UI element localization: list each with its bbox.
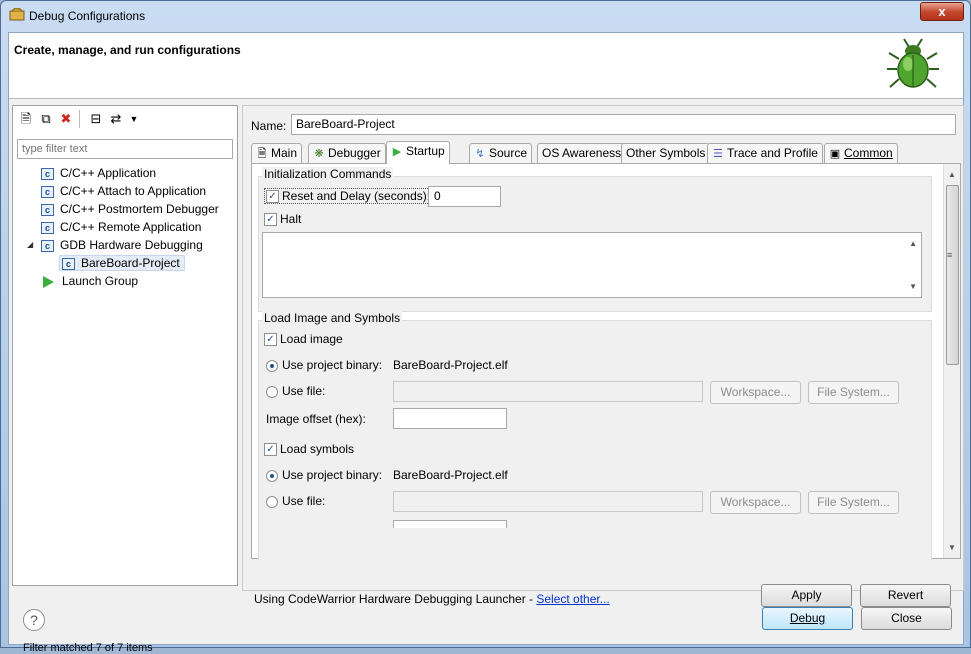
scrollbar-thumb[interactable] [946, 185, 959, 365]
scroll-down-icon[interactable]: ▼ [948, 543, 956, 552]
tree-item-cpp-attach[interactable]: c C/C++ Attach to Application [41, 182, 206, 200]
revert-button[interactable]: Revert [860, 584, 951, 607]
select-other-launcher-link[interactable]: Select other... [536, 592, 609, 606]
filter-input[interactable] [17, 139, 233, 159]
filter-config-icon[interactable]: ⇄ [107, 110, 125, 128]
load-symbols-checkbox[interactable]: ✓ Load symbols [264, 442, 354, 457]
launch-group-icon [43, 275, 54, 288]
symbols-use-file-radio[interactable]: Use file: [266, 494, 325, 508]
debug-button[interactable]: Debug [762, 607, 853, 630]
duplicate-config-icon[interactable]: ⧉ [37, 110, 55, 128]
new-config-icon[interactable]: 🗎 [17, 110, 35, 128]
dialog-header: Create, manage, and run configurations [9, 33, 963, 99]
halt-checkbox[interactable]: ✓ Halt [264, 212, 301, 227]
c-config-icon: c [41, 185, 54, 198]
name-input[interactable]: BareBoard-Project [291, 114, 956, 135]
window-title: Debug Configurations [29, 9, 146, 23]
load-image-group [258, 320, 932, 560]
tree-item-launch-group[interactable]: Launch Group [43, 272, 138, 290]
tree-item-cpp-remote[interactable]: c C/C++ Remote Application [41, 218, 201, 236]
project-binary-value: BareBoard-Project.elf [393, 358, 508, 372]
trace-icon: ☰ [713, 148, 723, 160]
close-button[interactable]: Close [861, 607, 952, 630]
reset-delay-input[interactable]: 0 [428, 186, 501, 207]
name-label: Name: [251, 119, 287, 133]
tab-panel-scrollbar[interactable]: ▲ ≡ ▼ [943, 164, 960, 558]
debug-configurations-window: Debug Configurations x Create, manage, a… [0, 0, 971, 654]
load-image-checkbox-box: ✓ [264, 333, 277, 347]
radio-unselected [266, 385, 278, 398]
startup-play-icon: ▶ [392, 146, 402, 158]
radio-unselected [266, 495, 278, 508]
symbols-offset-input-partial[interactable] [393, 520, 507, 528]
init-commands-textarea[interactable]: ▲ ▼ [262, 232, 922, 298]
startup-tab-panel: Initialization Commands ✓ Reset and Delay… [251, 163, 961, 560]
view-menu-chevron-down-icon[interactable]: ▼ [125, 110, 143, 128]
initialization-commands-title: Initialization Commands [262, 167, 394, 181]
tree-item-cpp-postmortem[interactable]: c C/C++ Postmortem Debugger [41, 200, 219, 218]
tab-startup[interactable]: ▶ Startup [386, 141, 450, 164]
apply-button[interactable]: Apply [761, 584, 852, 607]
image-workspace-button[interactable]: Workspace... [710, 381, 801, 404]
debugger-bug-icon: ❋ [314, 148, 324, 160]
load-image-title: Load Image and Symbols [262, 311, 403, 325]
source-icon: ↯ [475, 148, 485, 160]
load-image-checkbox[interactable]: ✓ Load image [264, 332, 343, 347]
delete-config-icon[interactable]: ✖ [57, 110, 75, 128]
halt-checkbox-box: ✓ [264, 213, 277, 227]
symbols-workspace-button[interactable]: Workspace... [710, 491, 801, 514]
c-config-icon: c [41, 221, 54, 234]
textarea-scroll-up-icon[interactable]: ▲ [909, 239, 917, 248]
collapse-all-icon[interactable]: ⊟ [87, 110, 105, 128]
config-tabs: 🗎 Main ❋ Debugger ▶ Startup ↯ Source OS Awar… [251, 141, 961, 164]
tab-source[interactable]: ↯ Source [469, 143, 533, 163]
main-tab-icon: 🗎 [257, 148, 267, 160]
load-symbols-checkbox-box: ✓ [264, 443, 277, 457]
scroll-up-icon[interactable]: ▲ [948, 170, 956, 179]
symbols-filesystem-button[interactable]: File System... [808, 491, 899, 514]
help-icon[interactable]: ? [23, 609, 45, 631]
filter-status-text: Filter matched 7 of 7 items [23, 642, 153, 654]
c-config-icon: c [41, 239, 54, 252]
textarea-scroll-down-icon[interactable]: ▼ [909, 282, 917, 291]
tree-item-cpp-application[interactable]: c C/C++ Application [41, 164, 156, 182]
bug-icon [887, 38, 939, 88]
radio-selected [266, 469, 278, 482]
launcher-info: Using CodeWarrior Hardware Debugging Lau… [254, 592, 610, 606]
use-project-binary-radio[interactable]: Use project binary: [266, 358, 382, 372]
close-window-button[interactable]: x [920, 2, 964, 21]
header-title: Create, manage, and run configurations [14, 43, 241, 57]
symbols-file-input[interactable] [393, 491, 703, 512]
tab-os-awareness[interactable]: OS Awareness [537, 143, 627, 163]
dialog-client: Create, manage, and run configurations 🗎… [8, 32, 964, 654]
image-offset-label: Image offset (hex): [266, 412, 366, 426]
use-file-radio[interactable]: Use file: [266, 384, 325, 398]
symbols-project-binary-value: BareBoard-Project.elf [393, 468, 508, 482]
image-offset-input[interactable] [393, 408, 507, 429]
debug-app-icon [9, 8, 25, 21]
tree-item-bareboard-project[interactable]: c BareBoard-Project [59, 254, 185, 272]
scrollbar-grip-icon: ≡ [947, 250, 953, 260]
tab-debugger[interactable]: ❋ Debugger [308, 143, 386, 163]
c-config-icon: c [41, 203, 54, 216]
tree-item-gdb-hardware[interactable]: ◢ c GDB Hardware Debugging [13, 236, 237, 254]
title-bar[interactable]: Debug Configurations x [1, 1, 970, 31]
expand-triangle-icon[interactable]: ◢ [27, 236, 33, 254]
c-config-icon: c [41, 167, 54, 180]
image-filesystem-button[interactable]: File System... [808, 381, 899, 404]
reset-and-delay-checkbox[interactable]: ✓ Reset and Delay (seconds): [264, 188, 433, 205]
reset-checkbox-box: ✓ [266, 190, 279, 204]
tab-common[interactable]: ▣ Common [824, 143, 898, 163]
tab-other-symbols[interactable]: Other Symbols [621, 143, 711, 163]
symbols-use-project-binary-radio[interactable]: Use project binary: [266, 468, 382, 482]
image-file-input[interactable] [393, 381, 703, 402]
configuration-editor-pane: Name: BareBoard-Project 🗎 Main ❋ Debugger … [242, 105, 964, 607]
common-tab-icon: ▣ [829, 148, 841, 160]
radio-selected [266, 359, 278, 372]
tab-trace-and-profile[interactable]: ☰ Trace and Profile [707, 143, 823, 163]
configuration-list-pane: 🗎 ⧉ ✖ ⊟ ⇄ ▼ cC/C++ Application cC/C++ At… [12, 105, 238, 654]
tab-main[interactable]: 🗎 Main [251, 143, 303, 163]
c-config-icon: c [62, 257, 75, 270]
